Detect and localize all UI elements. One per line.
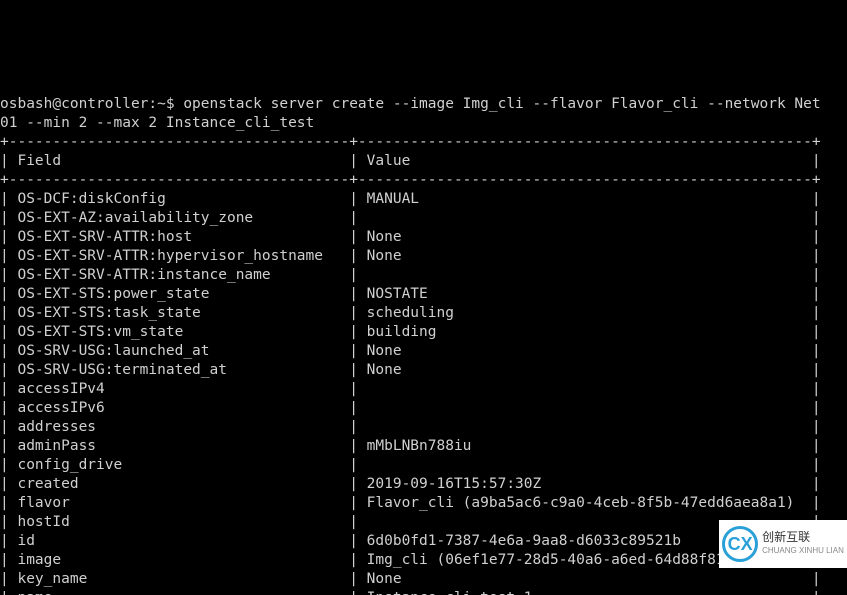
watermark-text: 创新互联 CHUANG XINHU LIAN	[762, 530, 844, 558]
watermark-line2: CHUANG XINHU LIAN	[762, 544, 844, 558]
watermark-line1: 创新互联	[762, 530, 844, 544]
watermark: CX 创新互联 CHUANG XINHU LIAN	[719, 520, 847, 568]
watermark-logo-icon: CX	[722, 526, 758, 562]
